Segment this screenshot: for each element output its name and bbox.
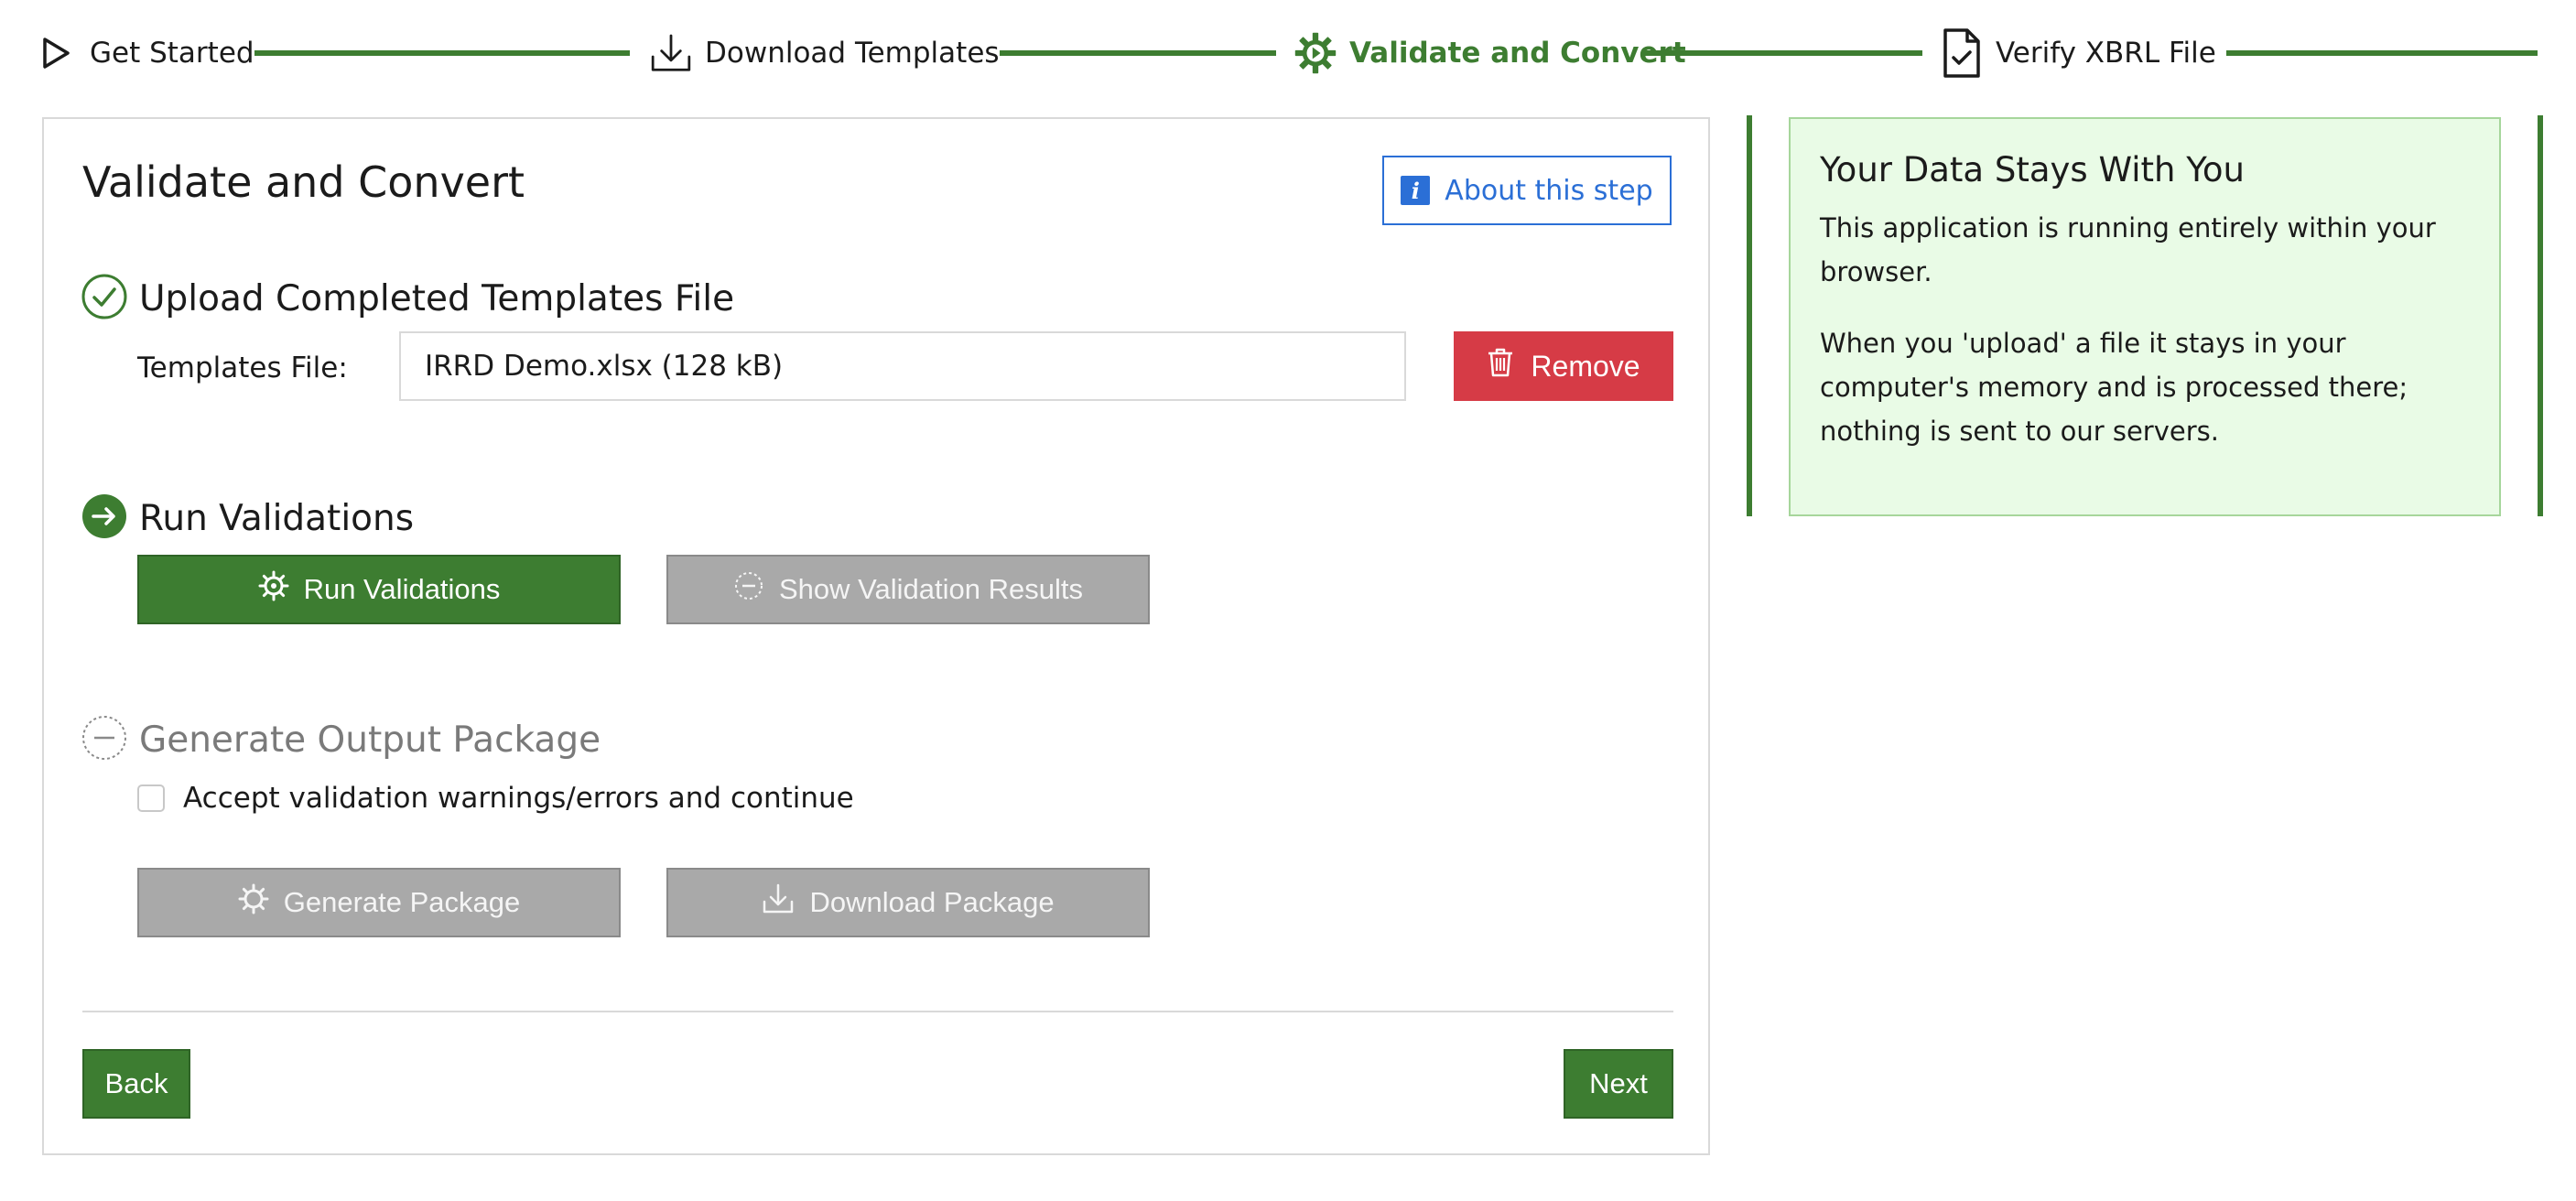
accept-warnings-checkbox[interactable] <box>137 784 165 812</box>
check-circle-icon <box>81 273 128 324</box>
back-button[interactable]: Back <box>82 1049 190 1119</box>
step-label: Download Templates <box>705 37 1000 70</box>
page-title: Validate and Convert <box>82 157 525 207</box>
gear-icon <box>258 570 289 609</box>
next-button[interactable]: Next <box>1564 1049 1673 1119</box>
about-this-step-label: About this step <box>1445 174 1653 207</box>
upload-section-header: Upload Completed Templates File <box>81 273 734 324</box>
validate-convert-card: Validate and Convert i About this step U… <box>42 117 1710 1155</box>
step-label: Get Started <box>90 37 254 70</box>
arrow-right-circle-icon <box>81 492 128 544</box>
templates-file-value: IRRD Demo.xlsx (128 kB) <box>425 350 784 383</box>
back-label: Back <box>104 1067 168 1099</box>
generate-section-title: Generate Output Package <box>139 719 601 761</box>
note-paragraph: When you 'upload' a file it stays in you… <box>1820 328 2408 447</box>
templates-file-label: Templates File: <box>137 352 348 384</box>
note-accent-bar-left <box>1747 115 1752 516</box>
show-validation-results-label: Show Validation Results <box>779 573 1083 605</box>
download-package-button[interactable]: Download Package <box>666 868 1150 937</box>
accept-warnings-label: Accept validation warnings/errors and co… <box>183 782 854 815</box>
step-label: Verify XBRL File <box>1996 37 2216 70</box>
pending-circle-icon <box>81 714 128 765</box>
data-privacy-note: Your Data Stays With You This applicatio… <box>1789 117 2501 516</box>
progress-stepper: Get Started Download Templates Validate … <box>0 0 2576 106</box>
next-label: Next <box>1589 1067 1648 1099</box>
footer-divider <box>82 1011 1673 1012</box>
accept-warnings-row: Accept validation warnings/errors and co… <box>137 782 854 815</box>
file-check-icon <box>1941 27 1983 79</box>
play-outline-icon <box>35 27 77 79</box>
step-connector <box>1644 50 1922 56</box>
info-icon: i <box>1401 176 1431 205</box>
run-validations-label: Run Validations <box>303 573 501 605</box>
step-connector <box>254 50 630 56</box>
download-icon <box>762 883 795 922</box>
step-download-templates[interactable]: Download Templates <box>650 26 1000 81</box>
generate-section-header: Generate Output Package <box>81 714 601 765</box>
show-validation-results-button[interactable]: Show Validation Results <box>666 555 1150 624</box>
remove-label: Remove <box>1531 349 1640 383</box>
step-verify-xbrl-file[interactable]: Verify XBRL File <box>1941 26 2216 81</box>
note-title: Your Data Stays With You <box>1820 150 2245 189</box>
step-connector <box>1000 50 1276 56</box>
download-icon <box>650 27 692 79</box>
remove-file-button[interactable]: Remove <box>1454 331 1673 401</box>
minus-circle-icon <box>733 570 764 609</box>
gear-icon <box>238 883 269 922</box>
step-get-started[interactable]: Get Started <box>35 26 254 81</box>
step-connector <box>2226 50 2538 56</box>
run-validations-button[interactable]: Run Validations <box>137 555 621 624</box>
upload-section-title: Upload Completed Templates File <box>139 277 735 319</box>
trash-icon <box>1487 347 1514 385</box>
download-package-label: Download Package <box>809 886 1055 918</box>
gear-icon <box>1294 27 1337 79</box>
note-accent-bar-right <box>2538 115 2543 516</box>
about-this-step-button[interactable]: i About this step <box>1382 156 1672 225</box>
step-label: Validate and Convert <box>1349 37 1686 70</box>
generate-package-label: Generate Package <box>283 886 521 918</box>
validation-section-header: Run Validations <box>81 492 414 544</box>
validation-section-title: Run Validations <box>139 497 415 539</box>
generate-package-button[interactable]: Generate Package <box>137 868 621 937</box>
step-validate-and-convert[interactable]: Validate and Convert <box>1294 26 1686 81</box>
templates-file-field: IRRD Demo.xlsx (128 kB) <box>399 331 1406 401</box>
note-paragraph: This application is running entirely wit… <box>1820 212 2436 287</box>
